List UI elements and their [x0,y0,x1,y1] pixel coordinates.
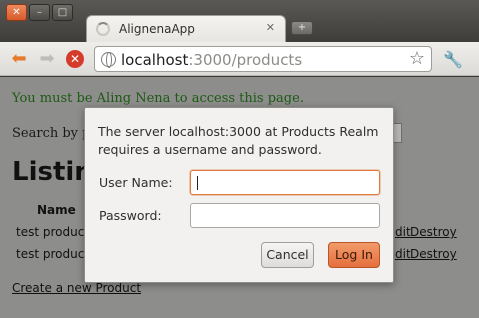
stop-icon[interactable]: ✕ [66,50,84,68]
maximize-icon[interactable]: □ [52,4,73,21]
search-label: Search by p [12,126,91,141]
password-field[interactable] [190,203,380,228]
star-icon[interactable]: ☆ [409,48,425,69]
browser-toolbar: ⬅ ➡ ✕ localhost:3000/products ☆ 🔧 [0,42,479,76]
table-row-name: test product [16,247,90,261]
text-caret [197,176,198,190]
cancel-button[interactable]: Cancel [261,242,314,268]
new-tab-button[interactable]: + [291,21,313,35]
globe-icon [101,52,116,68]
minimize-icon[interactable]: – [29,4,50,21]
close-icon[interactable]: ✕ [6,4,27,21]
username-label: User Name: [99,175,173,190]
tab-active[interactable]: AlignenaApp ✕ [86,15,286,43]
window-controls: ✕ – □ [6,4,73,21]
destroy-link[interactable]: Destroy [410,247,457,261]
wrench-icon[interactable]: 🔧 [443,50,463,69]
auth-dialog: The server localhost:3000 at Products Re… [84,107,394,283]
notice-message: You must be Aling Nena to access this pa… [12,91,304,106]
table-row-name: test product [16,225,90,239]
forward-icon[interactable]: ➡ [36,48,58,70]
table-header-name: Name [37,203,76,217]
loading-icon [96,22,110,36]
address-bar[interactable]: localhost:3000/products ☆ [94,46,432,72]
username-field[interactable] [190,170,380,195]
auth-message: The server localhost:3000 at Products Re… [98,124,379,157]
destroy-link[interactable]: Destroy [410,225,457,239]
edit-link[interactable]: dit [395,247,411,261]
tab-title: AlignenaApp [119,22,195,36]
back-icon[interactable]: ⬅ [8,48,30,70]
window-titlebar: ✕ – □ AlignenaApp ✕ + [0,0,479,43]
create-product-link[interactable]: Create a new Product [12,281,141,295]
url-path: :3000/products [188,51,303,69]
url-host: localhost [121,51,189,69]
password-label: Password: [99,208,162,223]
login-button[interactable]: Log In [328,242,380,268]
tab-close-icon[interactable]: ✕ [266,21,275,34]
url-text[interactable]: localhost:3000/products [121,51,302,69]
edit-link[interactable]: dit [395,225,411,239]
